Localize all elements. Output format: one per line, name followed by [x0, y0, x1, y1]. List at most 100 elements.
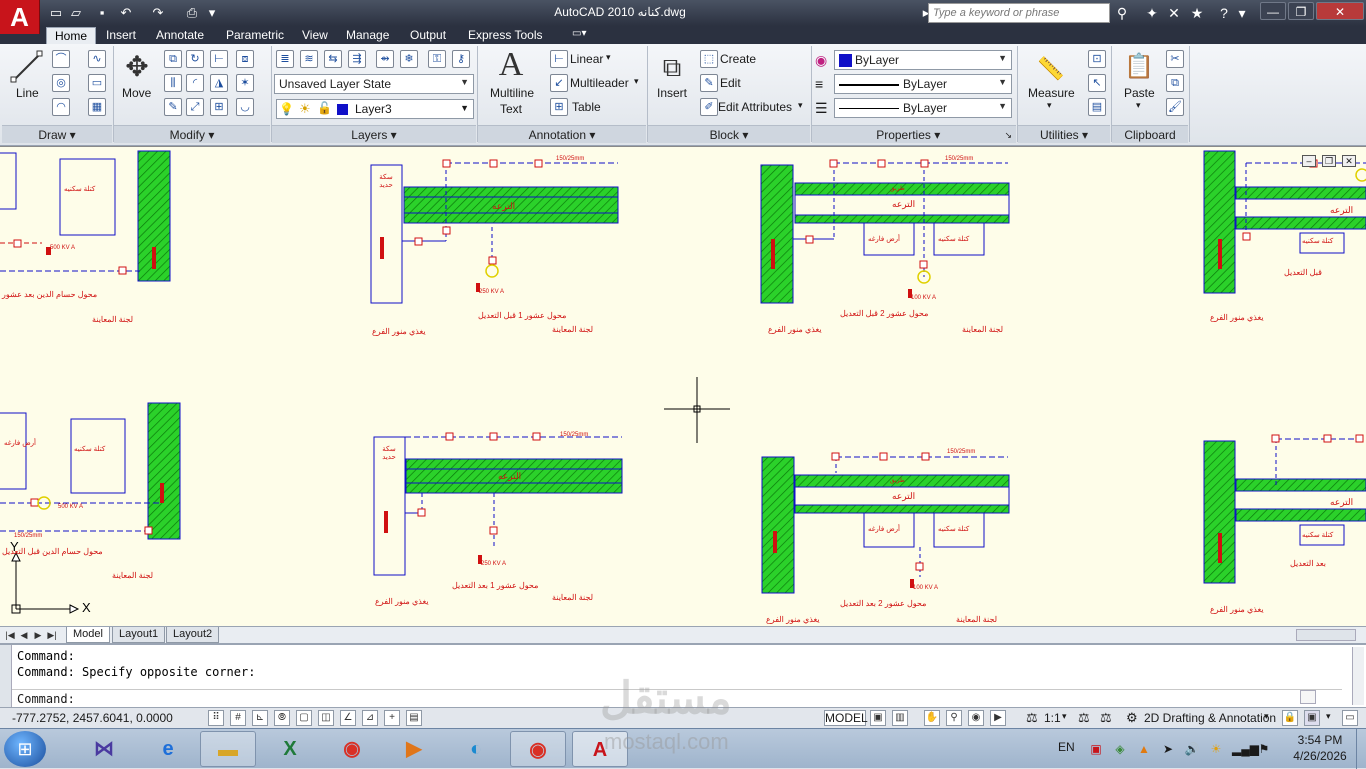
annotation-scale[interactable]: 1:1	[1044, 711, 1061, 725]
rectangle-icon[interactable]: ▭	[88, 74, 106, 92]
close-button[interactable]: ✕	[1316, 2, 1364, 20]
edit-attributes-icon[interactable]: ✐	[700, 98, 718, 116]
showmotion-icon[interactable]: ▶	[990, 710, 1006, 726]
help-icon[interactable]: ?	[1214, 3, 1234, 23]
status-menu-icon[interactable]: ▾	[1326, 711, 1331, 722]
layer-state-dropdown[interactable]: Unsaved Layer State ▼	[274, 74, 474, 94]
redo-icon[interactable]: ↷	[148, 3, 168, 23]
edit-attributes-dropdown-icon[interactable]: ▾	[798, 100, 803, 111]
snap-icon[interactable]: ⠿	[208, 710, 224, 726]
layer-dropdown[interactable]: 💡 ☀ 🔓 Layer3 ▼	[276, 99, 474, 119]
last-layout-icon[interactable]: ▶|	[46, 628, 58, 642]
prev-layout-icon[interactable]: ◀	[18, 628, 30, 642]
polyline-icon[interactable]: ⌒	[52, 50, 70, 68]
steeringwheel-icon[interactable]: ◉	[968, 710, 984, 726]
tab-home[interactable]: Home	[46, 27, 97, 44]
internet-explorer-icon[interactable]: e	[140, 731, 196, 767]
dialog-launcher-icon[interactable]: ↘	[1004, 126, 1012, 144]
3d-osnap-icon[interactable]: ◫	[318, 710, 334, 726]
viewport-restore-button[interactable]: ❐	[1322, 155, 1336, 167]
copy-clip-icon[interactable]: ⧉	[1166, 74, 1184, 92]
lock-icon[interactable]: 🔒	[1282, 710, 1298, 726]
layers-panel-title[interactable]: Layers ▾	[272, 125, 476, 143]
volume-icon[interactable]: 🔊	[1184, 741, 1200, 757]
measure-dropdown-icon[interactable]: ▾	[1047, 100, 1052, 111]
tab-layout1[interactable]: Layout1	[112, 627, 166, 643]
edit-block-icon[interactable]: ✎	[700, 74, 718, 92]
quick-view-layouts-icon[interactable]: ▣	[870, 710, 886, 726]
qat-dropdown-icon[interactable]: ▾	[202, 3, 222, 23]
clean-screen-icon[interactable]: ▭	[1342, 710, 1358, 726]
tab-output[interactable]: Output	[402, 27, 454, 44]
fillet-icon[interactable]: ◜	[186, 74, 204, 92]
workspace-switcher[interactable]: 2D Drafting & Annotation	[1144, 711, 1276, 725]
spline-icon[interactable]: ∿	[88, 50, 106, 68]
arrow-tray-icon[interactable]: ➤	[1160, 741, 1176, 757]
chrome-profile-icon[interactable]: ◉	[510, 731, 566, 767]
tab-insert[interactable]: Insert	[98, 27, 144, 44]
open-folder-icon[interactable]: ▱	[66, 3, 86, 23]
flag-icon[interactable]: ⚑	[1256, 741, 1272, 757]
annotation-panel-title[interactable]: Annotation ▾	[478, 125, 646, 143]
ducs-icon[interactable]: ⊿	[362, 710, 378, 726]
print-icon[interactable]: ⎙	[182, 3, 202, 23]
undo-icon[interactable]: ↶	[116, 3, 136, 23]
new-file-icon[interactable]: ▭	[46, 3, 66, 23]
drawing-canvas[interactable]: 150/25mm 150/25mm 150/25mm 150/25mm 150/…	[0, 146, 1366, 626]
tab-parametric[interactable]: Parametric	[218, 27, 292, 44]
edge-icon[interactable]: ◐	[448, 731, 504, 767]
coordinates-readout[interactable]: -777.2752, 2457.6041, 0.0000	[12, 711, 173, 725]
block-panel-title[interactable]: Block ▾	[648, 125, 810, 143]
layer-match-icon[interactable]: ≋	[300, 50, 318, 68]
draw-panel-title[interactable]: Draw ▾	[2, 125, 112, 143]
create-block-icon[interactable]: ⬚	[700, 50, 718, 68]
explode-icon[interactable]: ✶	[236, 74, 254, 92]
search-input[interactable]: Type a keyword or phrase	[928, 3, 1110, 23]
tab-manage[interactable]: Manage	[338, 27, 397, 44]
zoom-icon[interactable]: ⚲	[946, 710, 962, 726]
layer-unlock-icon[interactable]: ⚷	[452, 50, 470, 68]
show-desktop-button[interactable]	[1356, 729, 1366, 769]
linear-dropdown-icon[interactable]: ▾	[606, 52, 611, 63]
tab-model[interactable]: Model	[66, 627, 110, 643]
update-tray-icon[interactable]: ▲	[1136, 741, 1152, 757]
paste-icon[interactable]: 📋	[1122, 50, 1156, 84]
edit-attributes-label[interactable]: Edit Attributes	[718, 100, 792, 114]
polar-icon[interactable]: ⦾	[274, 710, 290, 726]
move-icon[interactable]: ✥	[120, 50, 154, 84]
layer-freeze-icon[interactable]: ❄	[400, 50, 418, 68]
select-all-icon[interactable]: ↖	[1088, 74, 1106, 92]
minimize-button[interactable]: —	[1260, 2, 1286, 20]
command-scroll-thumb[interactable]	[1300, 690, 1316, 704]
array-icon[interactable]: ⊞	[210, 98, 228, 116]
next-layout-icon[interactable]: ▶	[32, 628, 44, 642]
insert-block-icon[interactable]: ⧉	[655, 50, 689, 84]
autocad-menu-icon[interactable]: A	[0, 0, 40, 34]
language-indicator[interactable]: EN	[1058, 740, 1075, 754]
hardware-acceleration-icon[interactable]: ▣	[1304, 710, 1320, 726]
close-panel-icon[interactable]: ✕	[1164, 3, 1184, 23]
linear-label[interactable]: Linear	[570, 52, 603, 66]
multileader-icon[interactable]: ↙	[550, 74, 568, 92]
table-icon[interactable]: ⊞	[550, 98, 568, 116]
osnap-icon[interactable]: ▢	[296, 710, 312, 726]
trim-icon[interactable]: ⊢	[210, 50, 228, 68]
first-layout-icon[interactable]: |◀	[4, 628, 16, 642]
stretch-icon[interactable]: ◮	[210, 74, 228, 92]
weather-tray-icon[interactable]: ☀	[1208, 741, 1224, 757]
start-button[interactable]: ⊞	[4, 731, 46, 767]
tab-view[interactable]: View	[294, 27, 336, 44]
lineweight-dropdown[interactable]: ByLayer ▼	[834, 98, 1012, 118]
scale-dropdown-icon[interactable]: ▾	[1062, 711, 1067, 722]
pan-icon[interactable]: ✋	[924, 710, 940, 726]
hatch-icon[interactable]: ▦	[88, 98, 106, 116]
binoculars-icon[interactable]: ⚲	[1112, 3, 1132, 23]
utilities-panel-title[interactable]: Utilities ▾	[1018, 125, 1110, 143]
match-properties-icon[interactable]: 🖌	[1166, 98, 1184, 116]
command-scrollbar[interactable]	[1352, 647, 1364, 705]
media-player-icon[interactable]: ▶	[386, 731, 442, 767]
quick-view-drawings-icon[interactable]: ▥	[892, 710, 908, 726]
grid-icon[interactable]: #	[230, 710, 246, 726]
model-space-button[interactable]: MODEL	[824, 710, 868, 726]
annotation-visibility-icon[interactable]: ⚖	[1078, 710, 1090, 726]
